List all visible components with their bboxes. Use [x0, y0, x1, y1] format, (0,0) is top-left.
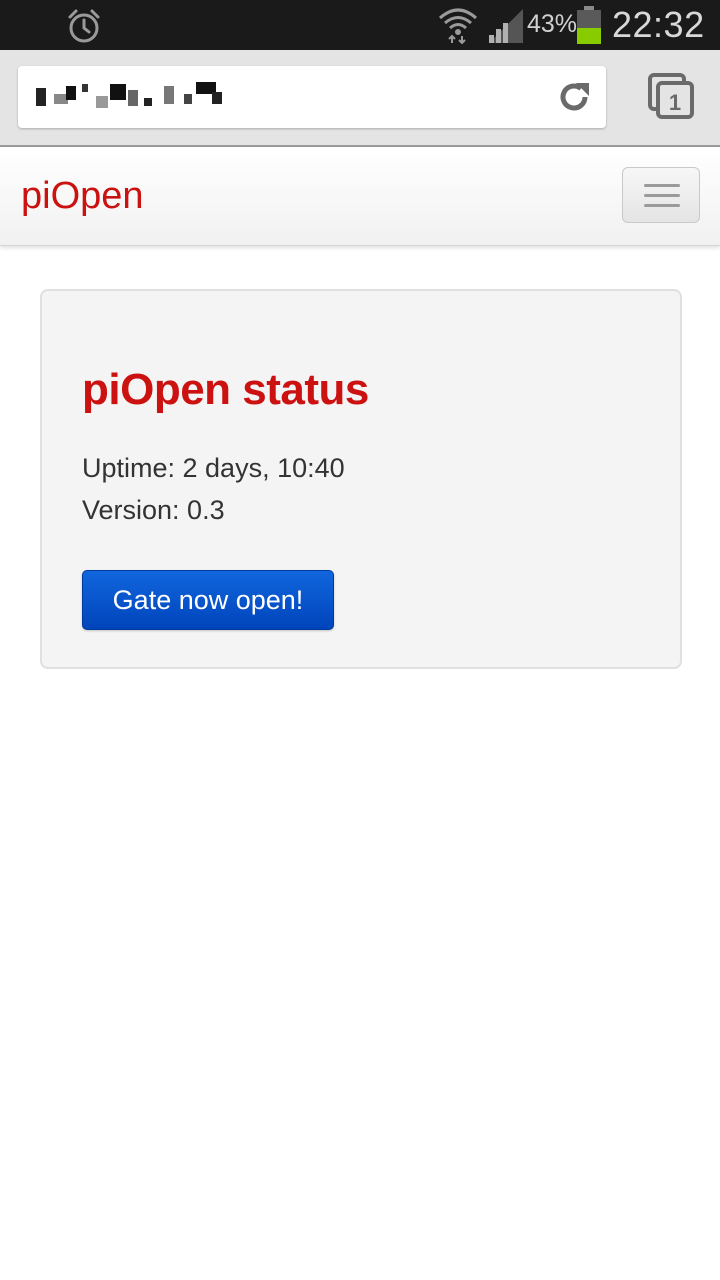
- menu-bar-line: [644, 184, 680, 187]
- alarm-icon: [68, 9, 100, 43]
- signal-icon: [489, 9, 523, 43]
- tabs-icon[interactable]: 1: [648, 73, 696, 121]
- tab-count: 1: [669, 90, 681, 115]
- menu-bar-line: [644, 204, 680, 207]
- navbar: piOpen: [0, 147, 720, 246]
- gate-open-button[interactable]: Gate now open!: [82, 570, 334, 630]
- page-title: piOpen status: [82, 365, 369, 414]
- status-card: piOpen status Uptime: 2 days, 10:40 Vers…: [40, 289, 682, 669]
- clock: 22:32: [612, 4, 705, 45]
- url-field[interactable]: [18, 66, 606, 128]
- redacted-url: [36, 82, 222, 108]
- status-bar: 43% 22:32: [0, 0, 720, 50]
- menu-bar-line: [644, 194, 680, 197]
- brand-link[interactable]: piOpen: [21, 175, 144, 218]
- battery-icon: [577, 6, 601, 44]
- uptime-text: Uptime: 2 days, 10:40: [82, 453, 345, 483]
- wifi-icon: [439, 8, 477, 44]
- reload-icon[interactable]: [556, 79, 592, 115]
- battery-percent: 43%: [527, 10, 578, 38]
- browser-toolbar: 1: [0, 50, 720, 147]
- version-text: Version: 0.3: [82, 495, 225, 525]
- hamburger-menu-icon[interactable]: [622, 167, 700, 223]
